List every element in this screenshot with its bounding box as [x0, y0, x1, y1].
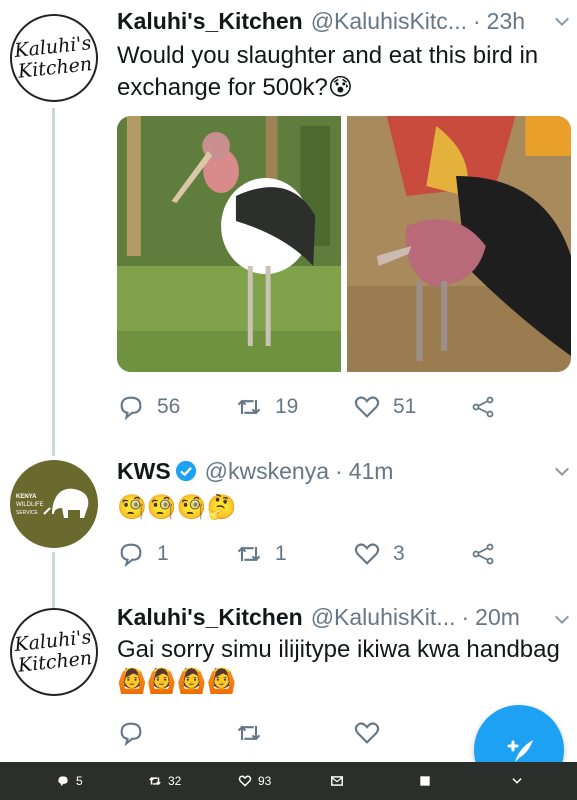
retweet-icon — [149, 777, 161, 785]
mail-icon — [331, 776, 343, 786]
author-handle[interactable]: @KaluhisKitc... — [311, 8, 467, 35]
reply-button[interactable] — [117, 719, 235, 747]
retweet-button[interactable]: 19 — [235, 393, 353, 421]
timestamp[interactable]: 20m — [475, 604, 520, 631]
reply-button[interactable]: 56 — [117, 393, 235, 421]
tweet-actions: 56 19 51 — [117, 390, 507, 424]
share-icon — [472, 396, 494, 418]
collapse-button[interactable] — [510, 774, 524, 788]
share-button[interactable] — [471, 393, 507, 421]
chevron-down-icon[interactable] — [553, 462, 571, 480]
retweets-count: 32 — [168, 774, 182, 788]
retweet-button[interactable] — [235, 719, 353, 747]
timestamp[interactable]: 41m — [349, 458, 394, 485]
author-name[interactable]: Kaluhi's_Kitchen — [117, 604, 303, 631]
likes-indicator[interactable]: 93 — [238, 774, 271, 788]
share-icon — [472, 543, 494, 565]
retweet-count: 19 — [275, 395, 299, 418]
avatar-logo-text: Kaluhi's Kitchen — [13, 626, 94, 677]
like-button[interactable] — [353, 719, 471, 747]
like-icon — [354, 396, 380, 418]
kws-elephant-logo: KENYA WILDLIFE SERVICE — [16, 488, 89, 518]
svg-text:WILDLIFE: WILDLIFE — [16, 502, 44, 508]
photo-slaughtered-bird[interactable] — [347, 116, 571, 372]
tweet-2[interactable]: KENYA WILDLIFE SERVICE KWS @kwskenya · 4… — [0, 440, 577, 612]
square-icon — [420, 776, 430, 786]
like-icon — [238, 775, 252, 787]
chevron-down-icon — [512, 778, 522, 784]
retweet-count: 1 — [275, 542, 287, 565]
tweet-text: Would you slaughter and eat this bird in… — [117, 42, 539, 101]
timestamp[interactable]: 23h — [487, 8, 525, 35]
separator-dot: · — [472, 7, 481, 34]
tweet-media[interactable] — [117, 116, 571, 372]
mail-button[interactable] — [330, 774, 344, 788]
reply-count: 1 — [157, 542, 169, 565]
reply-button[interactable]: 1 — [117, 540, 235, 568]
avatar-kaluhis-kitchen[interactable]: Kaluhi's Kitchen — [10, 608, 98, 696]
svg-text:KENYA: KENYA — [16, 494, 37, 500]
reply-icon — [120, 722, 142, 747]
svg-text:SERVICE: SERVICE — [16, 510, 39, 516]
verified-icon — [175, 460, 196, 482]
photo-marabou-stork[interactable] — [117, 116, 341, 372]
avatar-kws[interactable]: KENYA WILDLIFE SERVICE — [10, 460, 98, 548]
separator-dot: · — [461, 603, 470, 630]
like-icon — [354, 543, 380, 565]
retweet-icon — [237, 399, 261, 415]
reply-count: 56 — [157, 395, 181, 418]
bottom-status-bar: 5 32 93 — [0, 762, 577, 800]
comments-indicator[interactable]: 5 — [56, 774, 83, 788]
tweet-header: Kaluhi's_Kitchen @KaluhisKit... · 20m — [117, 600, 567, 634]
author-name[interactable]: KWS — [117, 458, 171, 485]
tweet-1[interactable]: Kaluhi's Kitchen Kaluhi's_Kitchen @Kaluh… — [0, 0, 577, 456]
retweet-button[interactable]: 1 — [235, 540, 353, 568]
like-button[interactable]: 3 — [353, 540, 471, 568]
separator-dot: · — [335, 457, 343, 484]
tweet-actions: 1 1 3 — [117, 537, 507, 571]
author-handle[interactable]: @kwskenya — [205, 458, 329, 485]
like-count: 3 — [393, 542, 405, 565]
author-handle[interactable]: @KaluhisKit... — [311, 604, 456, 631]
tweet-text: 🧐🧐🧐🤔 — [117, 494, 237, 521]
comments-count: 5 — [76, 774, 83, 788]
reply-icon — [120, 543, 142, 568]
avatar-kaluhis-kitchen[interactable]: Kaluhi's Kitchen — [10, 14, 98, 102]
tweet-text: Gai sorry simu ilijitype ikiwa kwa handb… — [117, 636, 560, 695]
share-button[interactable] — [471, 540, 507, 568]
square-button[interactable] — [418, 774, 432, 788]
reply-icon — [58, 776, 68, 787]
like-icon — [354, 722, 380, 744]
chevron-down-icon[interactable] — [553, 610, 571, 628]
chevron-down-icon[interactable] — [553, 12, 571, 30]
thread-line — [52, 108, 55, 456]
tweet-header: Kaluhi's_Kitchen @KaluhisKitc... · 23h — [117, 4, 567, 38]
avatar-logo-text: Kaluhi's Kitchen — [13, 32, 94, 83]
retweet-icon — [237, 725, 261, 741]
retweets-indicator[interactable]: 32 — [148, 774, 181, 788]
author-name[interactable]: Kaluhi's_Kitchen — [117, 8, 303, 35]
likes-count: 93 — [258, 774, 272, 788]
reply-icon — [120, 396, 142, 421]
tweet-header: KWS @kwskenya · 41m — [117, 454, 567, 488]
like-button[interactable]: 51 — [353, 393, 471, 421]
retweet-icon — [237, 546, 261, 562]
tweet-actions — [117, 716, 507, 750]
like-count: 51 — [393, 395, 417, 418]
